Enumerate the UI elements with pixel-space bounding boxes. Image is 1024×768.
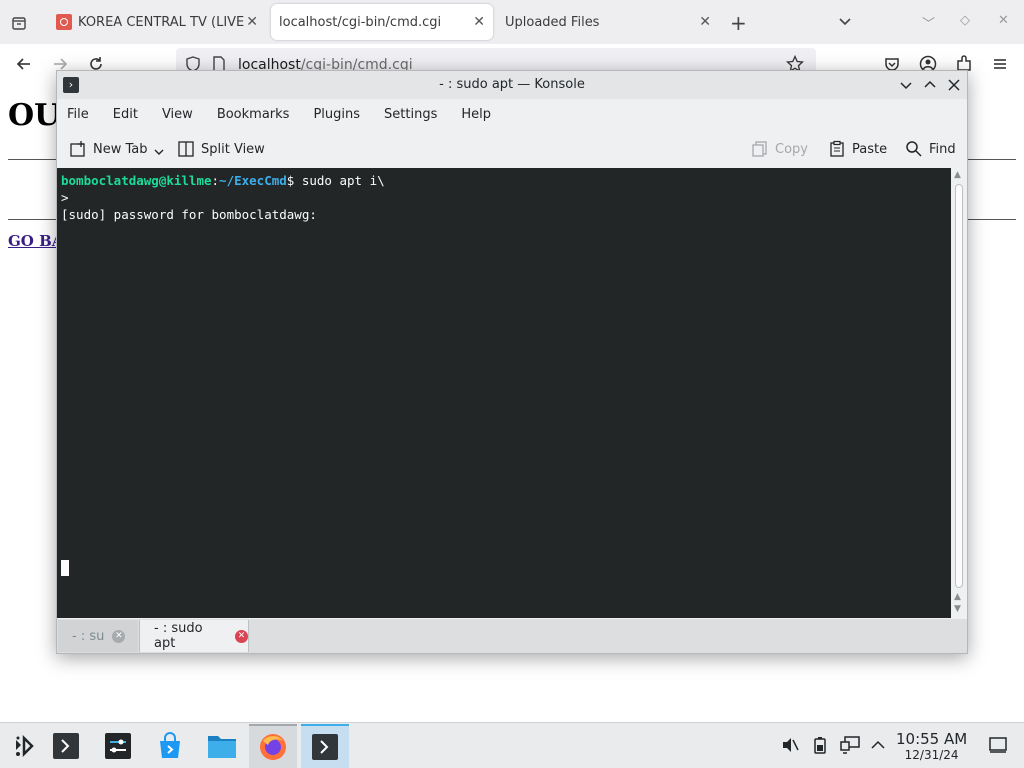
browser-tab-label: KOREA CENTRAL TV (LIVE xyxy=(78,14,245,30)
copy-label: Copy xyxy=(775,141,808,157)
show-desktop-icon[interactable] xyxy=(988,735,1008,755)
new-tab-plus-icon[interactable]: + xyxy=(730,11,747,35)
scrollbar-thumb[interactable] xyxy=(955,184,963,588)
minimize-icon[interactable]: ﹀ xyxy=(922,13,935,32)
split-view-button[interactable]: Split View xyxy=(177,140,265,158)
clock-time: 10:55 AM xyxy=(896,730,968,748)
browser-tab-cmd-cgi[interactable]: localhost/cgi-bin/cmd.cgi ✕ xyxy=(271,4,493,40)
find-label: Find xyxy=(929,141,956,157)
discover-store-icon[interactable] xyxy=(146,724,194,768)
konsole-tab-label: - : sudo apt xyxy=(154,621,203,651)
paste-button[interactable]: Paste xyxy=(828,140,887,158)
window-title: - : sudo apt — Konsole xyxy=(439,77,585,92)
new-tab-icon xyxy=(70,141,85,157)
tv-favicon-icon xyxy=(56,14,72,30)
chevron-down-icon[interactable] xyxy=(154,148,164,156)
menu-view[interactable]: View xyxy=(162,101,193,129)
new-tab-button[interactable]: New Tab xyxy=(69,140,170,158)
terminal-line: bomboclatdawg@killme:~/ExecCmd$ sudo apt… xyxy=(61,172,947,189)
menu-edit[interactable]: Edit xyxy=(113,101,138,129)
terminal-app-icon[interactable] xyxy=(42,724,90,768)
terminal-line: > xyxy=(61,190,69,205)
konsole-titlebar[interactable]: › - : sudo apt — Konsole xyxy=(57,71,967,99)
terminal-line: [sudo] password for bomboclatdawg: xyxy=(61,207,317,222)
close-icon[interactable] xyxy=(946,77,962,93)
close-icon[interactable]: ✕ xyxy=(473,14,485,30)
muted-speaker-icon[interactable] xyxy=(780,735,800,755)
split-view-icon xyxy=(178,141,194,157)
tab-list-icon[interactable] xyxy=(8,12,30,34)
system-settings-icon[interactable] xyxy=(94,724,142,768)
minimize-icon[interactable] xyxy=(898,77,914,93)
close-icon[interactable]: ✕ xyxy=(235,629,248,643)
close-icon[interactable]: ✕ xyxy=(699,14,711,30)
browser-tab-bar: KOREA CENTRAL TV (LIVE ✕ localhost/cgi-b… xyxy=(0,0,1024,44)
menu-file[interactable]: File xyxy=(67,101,89,129)
prompt-command: $ sudo apt i\ xyxy=(286,173,385,188)
find-button[interactable]: Find xyxy=(905,140,956,158)
terminal-output[interactable]: bomboclatdawg@killme:~/ExecCmd$ sudo apt… xyxy=(57,168,951,618)
app-launcher-icon[interactable] xyxy=(0,724,48,768)
browser-tab-korea-tv[interactable]: KOREA CENTRAL TV (LIVE ✕ xyxy=(48,4,266,40)
maximize-icon[interactable]: ◇ xyxy=(960,13,970,28)
hamburger-menu-icon[interactable] xyxy=(990,54,1010,74)
paste-label: Paste xyxy=(852,141,888,157)
maximize-icon[interactable] xyxy=(922,77,938,93)
battery-icon[interactable] xyxy=(810,735,830,755)
copy-button[interactable]: Copy xyxy=(751,140,808,158)
konsole-menubar: File Edit View Bookmarks Plugins Setting… xyxy=(57,101,967,129)
chevron-up-icon[interactable] xyxy=(868,735,888,755)
prompt-cwd: ~/ExecCmd xyxy=(219,173,287,188)
menu-help[interactable]: Help xyxy=(461,101,491,129)
menu-bookmarks[interactable]: Bookmarks xyxy=(217,101,290,129)
konsole-tab-bar: - : su ✕ - : sudo apt ✕ xyxy=(57,619,967,653)
konsole-tab-su[interactable]: - : su ✕ xyxy=(58,620,138,652)
konsole-tab-label: - : su xyxy=(72,628,105,644)
browser-tab-uploaded-files[interactable]: Uploaded Files ✕ xyxy=(497,4,719,40)
copy-icon xyxy=(752,141,767,157)
browser-tab-label: Uploaded Files xyxy=(505,14,600,30)
scroll-down-icon[interactable]: ▼ xyxy=(954,604,961,614)
terminal-scrollbar[interactable]: ▲ ▲ ▼ xyxy=(951,168,967,618)
file-manager-icon[interactable] xyxy=(198,724,246,768)
chevron-down-icon[interactable] xyxy=(838,13,852,32)
konsole-window: › - : sudo apt — Konsole File Edit View … xyxy=(56,70,968,654)
search-icon xyxy=(906,141,922,157)
close-icon[interactable]: ✕ xyxy=(112,629,126,643)
split-view-label: Split View xyxy=(201,141,265,157)
konsole-toolbar: New Tab Split View Copy Paste Find xyxy=(57,133,967,167)
prompt-user-host: bomboclatdawg@killme xyxy=(61,173,212,188)
paste-icon xyxy=(830,140,844,157)
clock-date: 12/31/24 xyxy=(904,748,959,762)
scroll-up-icon[interactable]: ▲ xyxy=(954,592,961,602)
close-icon[interactable]: ✕ xyxy=(246,14,258,30)
new-tab-label: New Tab xyxy=(93,141,148,157)
close-icon[interactable]: ✕ xyxy=(998,13,1009,28)
network-icon[interactable] xyxy=(840,735,860,755)
page-heading: OU xyxy=(8,98,61,133)
terminal-task-icon[interactable] xyxy=(301,724,349,768)
browser-tab-label: localhost/cgi-bin/cmd.cgi xyxy=(279,14,442,30)
terminal-cursor xyxy=(61,560,69,576)
back-arrow-icon[interactable] xyxy=(14,54,34,74)
scroll-up-icon[interactable]: ▲ xyxy=(954,170,961,180)
konsole-tab-sudo-apt[interactable]: - : sudo apt ✕ xyxy=(139,620,249,652)
menu-plugins[interactable]: Plugins xyxy=(313,101,360,129)
prompt-colon: : xyxy=(211,173,220,188)
firefox-icon[interactable] xyxy=(249,724,297,768)
taskbar: 10:55 AM 12/31/24 xyxy=(0,722,1024,768)
clock[interactable]: 10:55 AM 12/31/24 xyxy=(896,730,968,763)
menu-settings[interactable]: Settings xyxy=(384,101,437,129)
